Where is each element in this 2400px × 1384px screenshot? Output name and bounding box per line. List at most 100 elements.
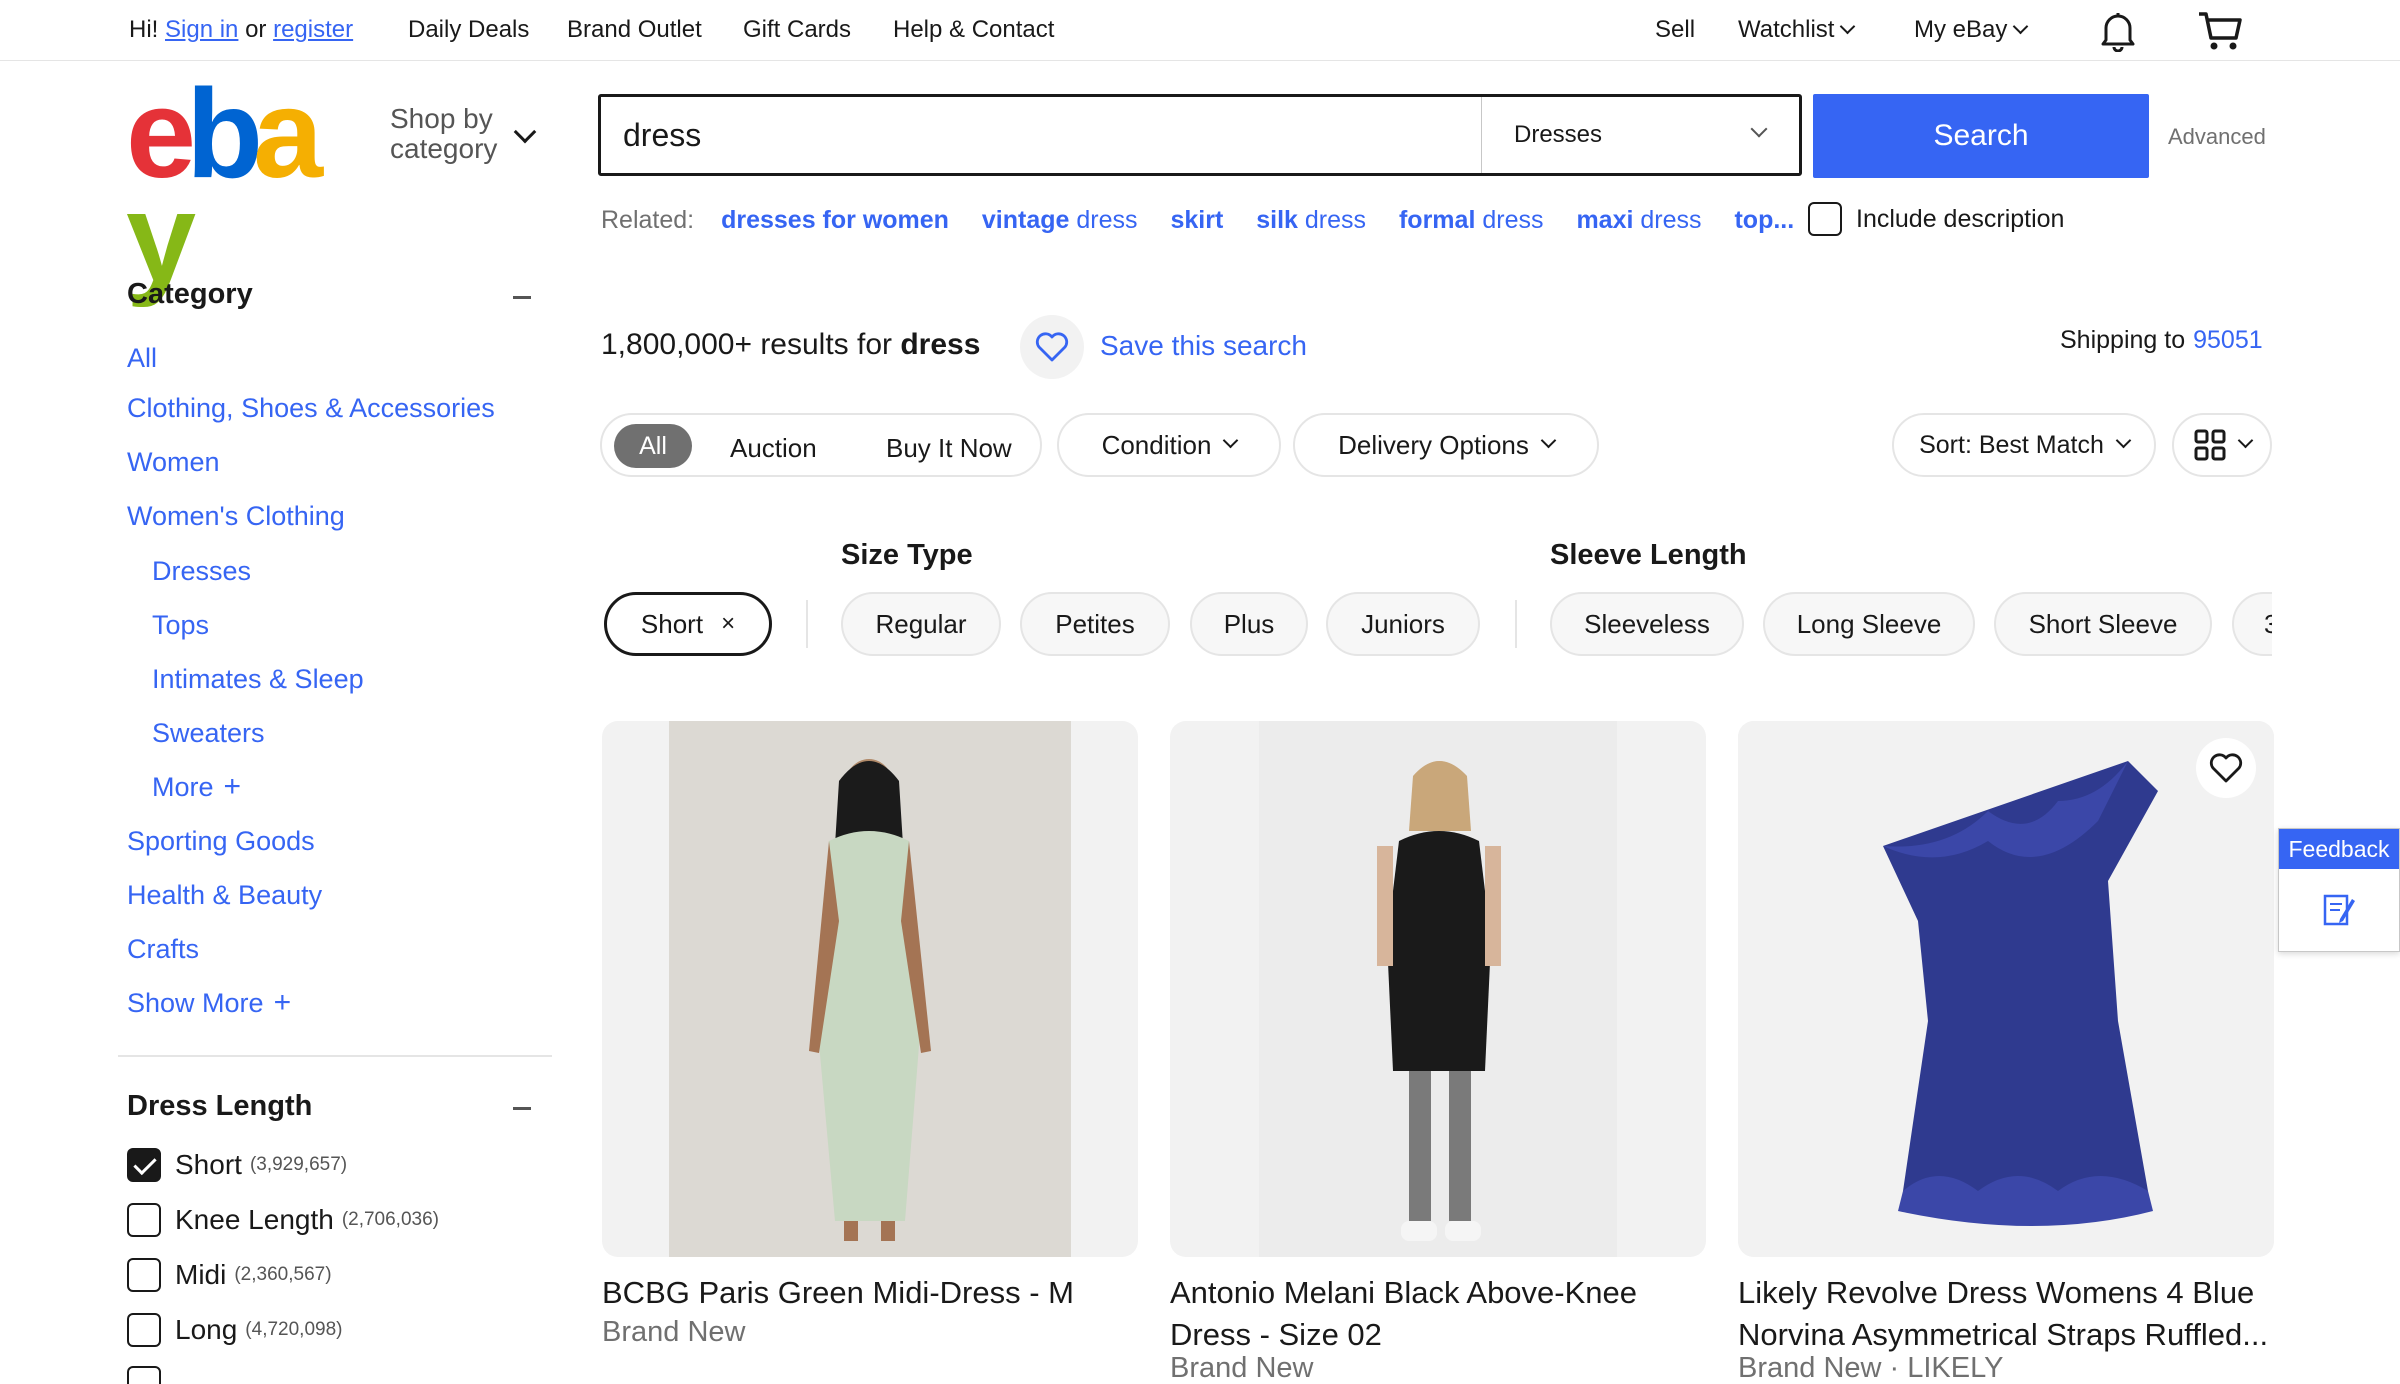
related-link[interactable]: top... (1734, 206, 1794, 234)
dress-length-option-partial[interactable] (127, 1366, 175, 1384)
related-link[interactable]: silk dress (1256, 206, 1366, 234)
selected-chip-short[interactable]: Short × (604, 592, 772, 656)
checkbox[interactable] (127, 1258, 161, 1292)
sidebar-category-clothing[interactable]: Clothing, Shoes & Accessories (127, 393, 495, 424)
buying-format-all[interactable]: All (614, 424, 692, 468)
category-select[interactable]: Dresses (1481, 97, 1799, 173)
bell-icon[interactable] (2098, 10, 2138, 57)
checkbox[interactable] (127, 1313, 161, 1347)
related-link[interactable]: skirt (1170, 206, 1223, 234)
product-title[interactable]: BCBG Paris Green Midi-Dress - M (602, 1272, 1142, 1314)
product-image[interactable] (602, 721, 1138, 1257)
chip-size-petites[interactable]: Petites (1020, 592, 1170, 656)
search-input[interactable] (623, 109, 1523, 161)
chip-size-plus[interactable]: Plus (1190, 592, 1308, 656)
zip-code-link[interactable]: 95051 (2193, 326, 2263, 354)
related-link[interactable]: maxi dress (1576, 206, 1701, 234)
include-description-checkbox[interactable]: Include description (1808, 202, 2064, 236)
dress-length-option[interactable]: Long (4,720,098) (127, 1313, 342, 1347)
collapse-icon[interactable] (513, 296, 531, 299)
watchlist-label: Watchlist (1738, 16, 1835, 43)
checkbox-checked[interactable] (127, 1148, 161, 1182)
save-search-heart-button[interactable] (1020, 315, 1084, 379)
chip-divider (806, 600, 808, 648)
heart-icon (2209, 753, 2243, 783)
shop-by-category-button[interactable]: Shop by category (390, 104, 497, 164)
include-description-label: Include description (1856, 204, 2065, 233)
cart-icon[interactable] (2196, 10, 2244, 57)
shop-by-line2: category (390, 133, 498, 164)
gift-cards-link[interactable]: Gift Cards (743, 16, 851, 44)
chip-size-juniors[interactable]: Juniors (1326, 592, 1480, 656)
delivery-options-filter-button[interactable]: Delivery Options (1293, 413, 1599, 477)
register-link[interactable]: register (273, 16, 353, 43)
category-heading: Category (127, 278, 253, 310)
sidebar-category-health-beauty[interactable]: Health & Beauty (127, 880, 322, 911)
sidebar-category-womens-clothing[interactable]: Women's Clothing (127, 501, 345, 532)
buying-format-buy-it-now[interactable]: Buy It Now (886, 433, 1012, 464)
sidebar-more-button[interactable]: More + (152, 770, 241, 804)
top-navigation-bar: Hi! Sign in or register Daily Deals Bran… (0, 0, 2400, 61)
sidebar-category-women[interactable]: Women (127, 447, 220, 478)
black-dress-photo (1259, 721, 1617, 1257)
chip-sleeveless[interactable]: Sleeveless (1550, 592, 1744, 656)
product-image[interactable] (1170, 721, 1706, 1257)
chip-overflow-clip: 3 (2232, 592, 2272, 656)
checkbox[interactable] (1808, 202, 1842, 236)
checkbox[interactable] (127, 1203, 161, 1237)
save-search-link[interactable]: Save this search (1100, 330, 1307, 362)
condition-filter-button[interactable]: Condition (1057, 413, 1281, 477)
chevron-down-icon (1223, 432, 1239, 448)
brand-outlet-link[interactable]: Brand Outlet (567, 16, 702, 44)
help-contact-link[interactable]: Help & Contact (893, 16, 1054, 44)
close-icon[interactable]: × (721, 610, 735, 638)
product-title[interactable]: Antonio Melani Black Above-Knee Dress - … (1170, 1272, 1710, 1356)
sidebar-category-sweaters[interactable]: Sweaters (152, 718, 265, 749)
sidebar-show-more-button[interactable]: Show More + (127, 986, 291, 1020)
dress-length-option[interactable]: Midi (2,360,567) (127, 1258, 332, 1292)
chip-long-sleeve[interactable]: Long Sleeve (1763, 592, 1975, 656)
view-toggle-button[interactable] (2172, 413, 2272, 477)
chevron-down-icon[interactable] (513, 120, 537, 144)
dress-length-count: (4,720,098) (245, 1319, 343, 1340)
related-link[interactable]: vintage dress (982, 206, 1138, 234)
feedback-tab[interactable]: Feedback (2278, 828, 2400, 952)
shop-by-line1: Shop by (390, 103, 493, 134)
checkbox[interactable] (127, 1366, 161, 1384)
product-title[interactable]: Likely Revolve Dress Womens 4 Blue Norvi… (1738, 1272, 2284, 1356)
ebay-logo[interactable]: ebay (126, 71, 366, 301)
dress-length-label: Short (175, 1149, 242, 1180)
related-link[interactable]: formal dress (1399, 206, 1544, 234)
related-link[interactable]: dresses for women (721, 206, 949, 234)
sidebar-category-dresses[interactable]: Dresses (152, 556, 251, 587)
search-button[interactable]: Search (1813, 94, 2149, 178)
sidebar-category-crafts[interactable]: Crafts (127, 934, 199, 965)
more-label: More (152, 772, 214, 802)
daily-deals-link[interactable]: Daily Deals (408, 16, 529, 44)
dress-length-option[interactable]: Knee Length (2,706,036) (127, 1203, 439, 1237)
collapse-icon[interactable] (513, 1107, 531, 1110)
sell-link[interactable]: Sell (1655, 16, 1695, 44)
sidebar-category-intimates[interactable]: Intimates & Sleep (152, 664, 364, 695)
product-condition: Brand New (1170, 1352, 1314, 1384)
advanced-search-link[interactable]: Advanced (2168, 124, 2266, 150)
my-ebay-menu[interactable]: My eBay (1914, 16, 2029, 44)
sidebar-category-tops[interactable]: Tops (152, 610, 209, 641)
sidebar-category-sporting-goods[interactable]: Sporting Goods (127, 826, 315, 857)
watchlist-menu[interactable]: Watchlist (1738, 16, 1856, 44)
product-image[interactable] (1738, 721, 2274, 1257)
add-to-watchlist-button[interactable] (2196, 738, 2256, 798)
related-searches: Related: dresses for women vintage dress… (601, 206, 1820, 235)
category-select-value: Dresses (1514, 121, 1603, 148)
buying-format-auction[interactable]: Auction (730, 433, 817, 464)
chip-short-sleeve[interactable]: Short Sleeve (1994, 592, 2212, 656)
logo-letter-y: y (126, 167, 196, 308)
sidebar-category-all[interactable]: All (127, 343, 157, 374)
sign-in-link[interactable]: Sign in (165, 16, 238, 43)
sort-dropdown[interactable]: Sort: Best Match (1892, 413, 2156, 477)
dress-length-count: (3,929,657) (249, 1154, 348, 1175)
dress-length-option[interactable]: Short (3,929,657) (127, 1148, 347, 1182)
chip-sleeve-partial[interactable]: 3 (2232, 592, 2272, 656)
chip-size-regular[interactable]: Regular (841, 592, 1001, 656)
size-type-label: Size Type (841, 539, 973, 571)
